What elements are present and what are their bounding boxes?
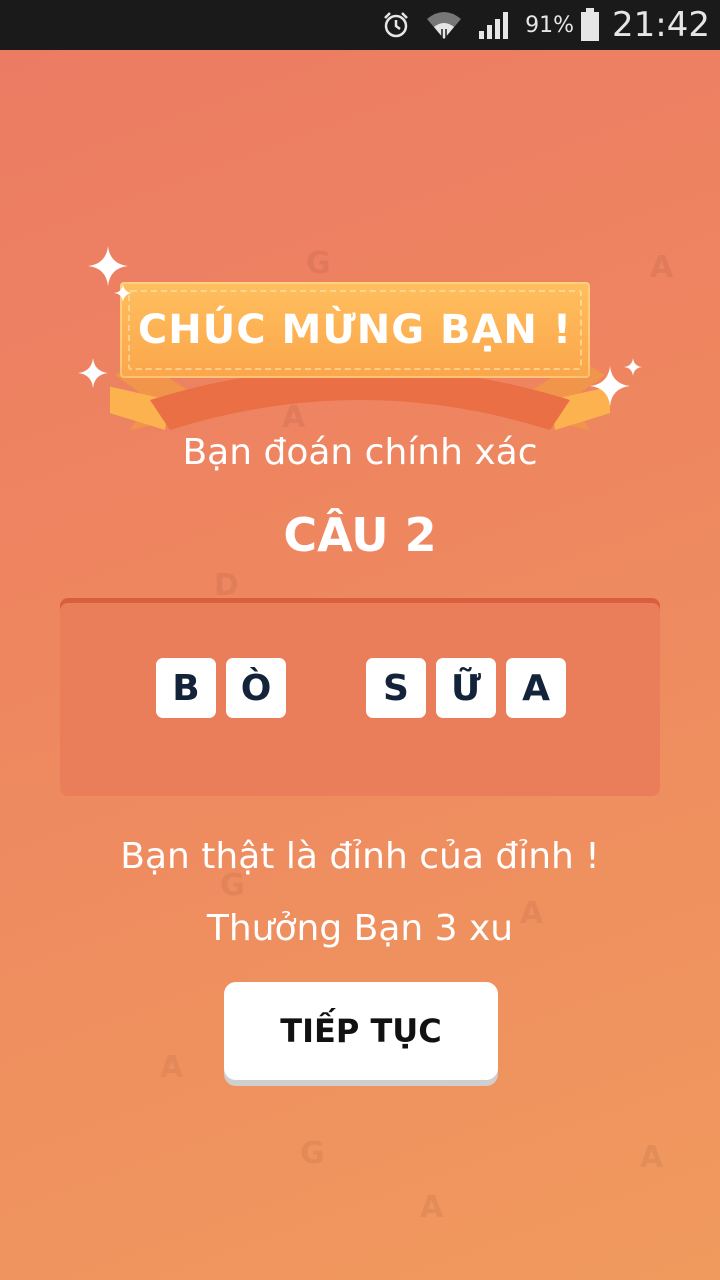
battery-percentage: 91% [525, 12, 575, 38]
answer-tiles: B Ò S Ữ A [0, 658, 720, 718]
alarm-icon [381, 10, 411, 40]
signal-icon [477, 9, 511, 41]
background-letter: A [650, 250, 674, 285]
letter-tile: S [366, 658, 426, 718]
letter-tile: Ữ [436, 658, 496, 718]
battery-icon [580, 8, 600, 42]
continue-button[interactable]: TIẾP TỤC [224, 982, 498, 1080]
congrats-ribbon: CHÚC MỪNG BẠN ! [70, 270, 650, 430]
sparkle-icon [624, 358, 642, 376]
question-number: CÂU 2 [283, 508, 437, 562]
clock: 21:42 [612, 5, 710, 45]
background-letter: A [420, 1190, 444, 1225]
status-bar: 91% 21:42 [0, 0, 720, 50]
sparkle-icon [78, 358, 108, 388]
background-letter: A [640, 1140, 664, 1175]
background-letter: G [300, 1136, 325, 1171]
result-subtitle: Bạn đoán chính xác [182, 432, 538, 473]
reward-text: Thưởng Bạn 3 xu [206, 908, 514, 949]
congrats-title: CHÚC MỪNG BẠN ! [137, 307, 573, 353]
sparkle-icon [88, 246, 128, 286]
letter-tile: A [506, 658, 566, 718]
letter-tile: Ò [226, 658, 286, 718]
letter-tile: B [156, 658, 216, 718]
background-letter: A [160, 1050, 184, 1085]
sparkle-icon [114, 284, 132, 302]
praise-text: Bạn thật là đỉnh của đỉnh ! [120, 836, 600, 877]
wifi-icon [425, 9, 463, 41]
